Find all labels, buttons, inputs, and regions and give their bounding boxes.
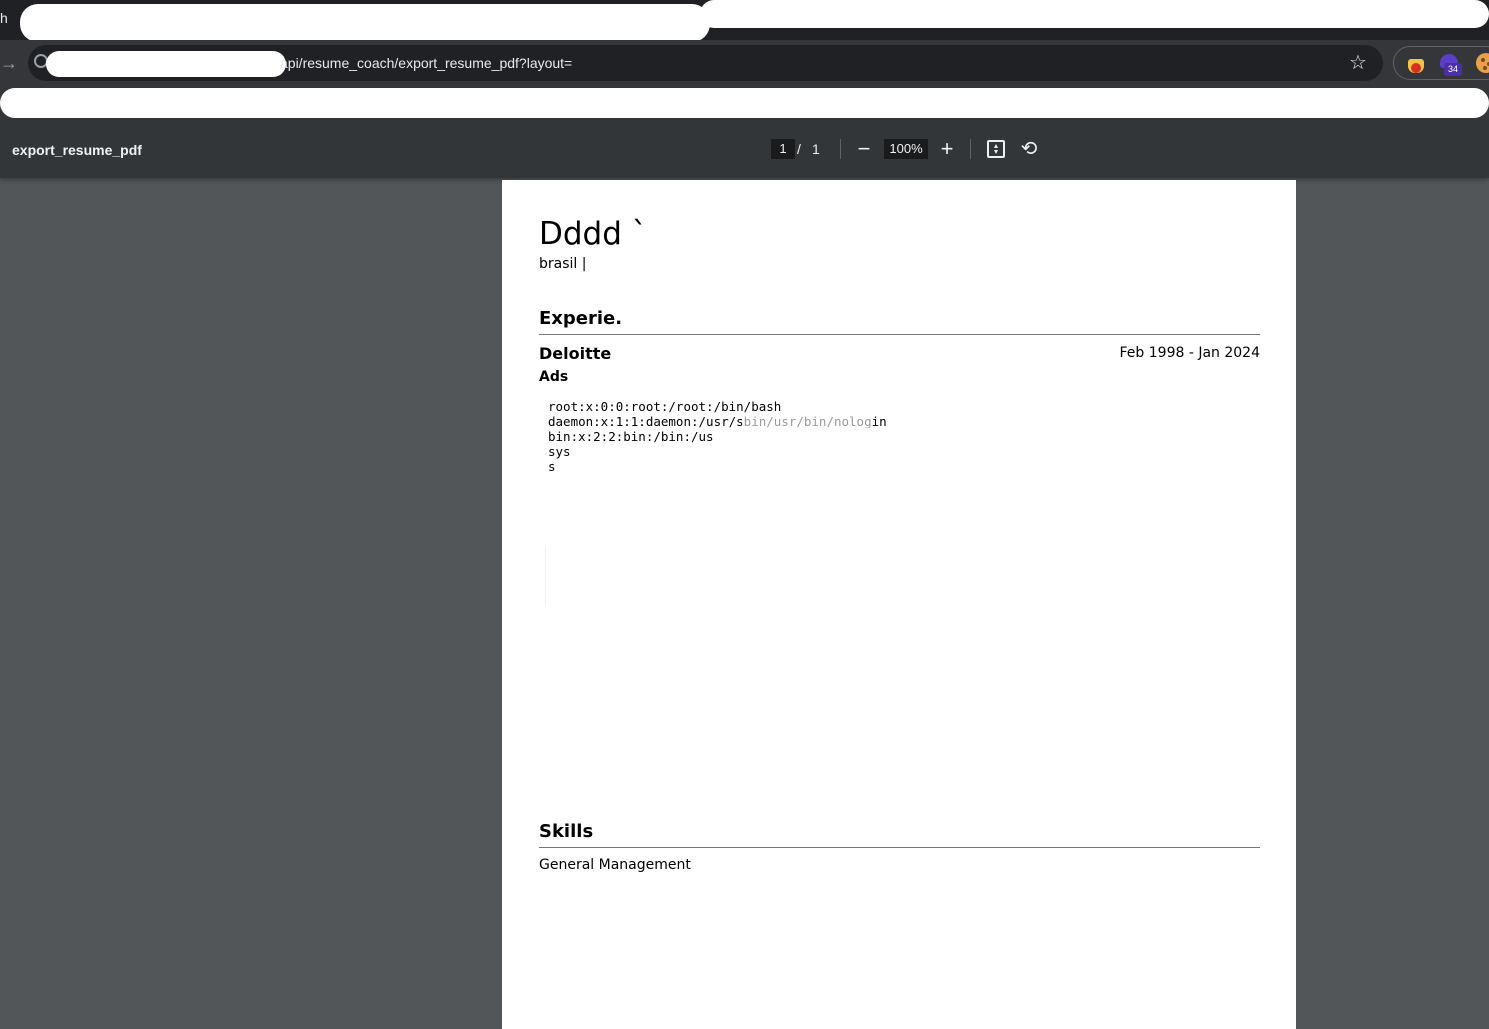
tab-partial-text: h [0, 10, 8, 26]
address-text[interactable]: api/resume_coach/export_resume_pdf?layou… [280, 54, 572, 72]
extension-cookie-icon[interactable] [1476, 53, 1489, 73]
fit-to-page-icon[interactable] [987, 140, 1005, 158]
extension-cup-icon[interactable] [1406, 53, 1426, 73]
pdf-title: export_resume_pdf [12, 142, 142, 158]
page-total: 1 [812, 141, 820, 157]
pdf-page: Dddd ` brasil | Experie. Deloitte Feb 19… [502, 180, 1296, 1029]
job-role: Ads [539, 369, 569, 385]
bookmarks-bar [0, 86, 1489, 120]
resume-name: Dddd ` [539, 216, 648, 252]
zoom-out-button[interactable]: − [853, 137, 875, 161]
zoom-level-input[interactable]: 100% [884, 139, 928, 159]
pdf-toolbar: export_resume_pdf 1 / 1 − 100% + ⟲ [0, 120, 1489, 178]
company-name: Deloitte [539, 344, 612, 363]
redacted-bookmarks [0, 88, 1489, 118]
text-fade [720, 428, 1220, 488]
employment-dates: Feb 1998 - Jan 2024 [1119, 345, 1260, 361]
page-separator: / [797, 141, 801, 157]
extensions-area: 34 [1393, 46, 1489, 80]
extension-wizard-icon[interactable]: 34 [1438, 51, 1462, 76]
text-fade [572, 444, 772, 488]
text-fade [558, 459, 598, 479]
page-number-input[interactable]: 1 [771, 139, 795, 159]
resume-contact: brasil | [539, 256, 587, 272]
text-fade [742, 414, 872, 428]
redacted-url-host [46, 51, 286, 77]
extension-badge: 34 [1444, 63, 1462, 76]
redacted-tab[interactable] [20, 4, 710, 42]
experience-heading: Experie. [539, 308, 1260, 335]
bookmark-star-icon[interactable]: ☆ [1346, 51, 1370, 75]
faint-mark [545, 545, 546, 607]
browser-toolbar: → api/resume_coach/export_resume_pdf?lay… [0, 40, 1489, 86]
skills-list: General Management [539, 857, 691, 873]
toolbar-divider [840, 139, 841, 159]
skills-heading: Skills [539, 821, 1260, 848]
forward-icon[interactable]: → [0, 52, 18, 74]
toolbar-divider [970, 139, 971, 159]
redacted-tab-2[interactable] [700, 0, 1489, 28]
address-bar[interactable]: api/resume_coach/export_resume_pdf?layou… [28, 45, 1383, 81]
rotate-icon[interactable]: ⟲ [1018, 137, 1040, 161]
tab-strip: h [0, 0, 1489, 42]
zoom-in-button[interactable]: + [936, 137, 958, 161]
